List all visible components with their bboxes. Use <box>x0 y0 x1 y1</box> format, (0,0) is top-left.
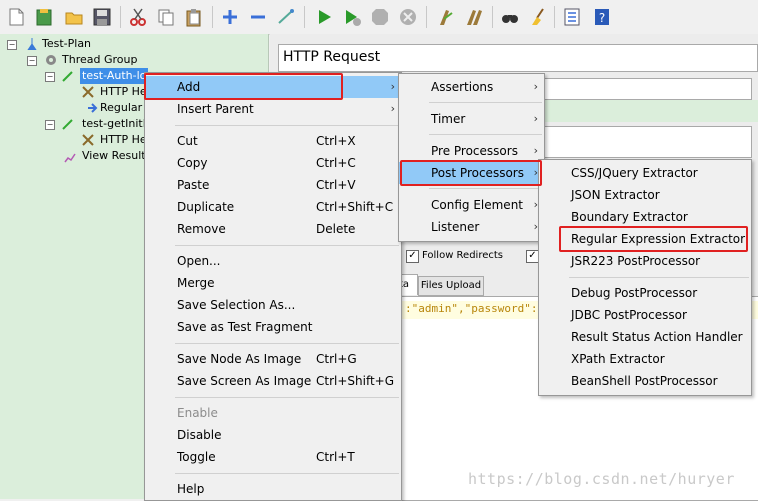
menu-item-jsr223-postprocessor[interactable]: JSR223 PostProcessor <box>539 250 751 272</box>
menu-item-merge[interactable]: Merge <box>145 272 401 294</box>
toolbar: ? <box>0 0 758 35</box>
extractor-arrow-icon <box>88 103 98 113</box>
menu-item-duplicate[interactable]: Duplicate Ctrl+Shift+C <box>145 196 401 218</box>
clear-all-icon[interactable] <box>464 7 484 27</box>
menu-item-jdbc-postprocessor[interactable]: JDBC PostProcessor <box>539 304 751 326</box>
svg-text:?: ? <box>599 11 605 25</box>
menu-item-listener[interactable]: Listener › <box>399 216 544 238</box>
menu-item-insert-parent[interactable]: Insert Parent › <box>145 98 401 120</box>
clear-icon[interactable] <box>436 7 456 27</box>
listener-graph-icon <box>64 153 76 163</box>
menu-item-timer[interactable]: Timer › <box>399 108 544 130</box>
annotation-box-add <box>144 73 343 100</box>
menu-item-disable[interactable]: Disable <box>145 424 401 446</box>
test-plan-icon <box>27 38 37 50</box>
header-manager-tools-icon <box>82 134 94 146</box>
menu-item-config-element[interactable]: Config Element › <box>399 194 544 216</box>
start-icon[interactable] <box>314 7 334 27</box>
body-text: :"admin","password": <box>405 302 538 315</box>
function-helper-icon[interactable] <box>562 7 582 27</box>
menu-item-paste[interactable]: Paste Ctrl+V <box>145 174 401 196</box>
tree-item-test-auth[interactable]: test-Auth-lo <box>80 68 149 84</box>
panel-title-box: HTTP Request <box>278 44 758 72</box>
sampler-pen-icon <box>62 119 73 130</box>
expand-icon[interactable] <box>220 7 240 27</box>
menu-item-save-selection-as[interactable]: Save Selection As... <box>145 294 401 316</box>
stop-icon[interactable] <box>370 7 390 27</box>
collapse-toggle[interactable]: − <box>45 72 55 82</box>
collapse-icon[interactable] <box>248 7 268 27</box>
menu-item-cut[interactable]: Cut Ctrl+X <box>145 130 401 152</box>
menu-item-remove[interactable]: Remove Delete <box>145 218 401 240</box>
basic-settings-box <box>540 126 752 158</box>
header-manager-tools-icon <box>82 86 94 98</box>
tree-item-test-plan[interactable]: Test-Plan <box>42 36 91 52</box>
follow-redirects-checkbox[interactable]: ✓ <box>406 250 419 263</box>
menu-item-boundary-extractor[interactable]: Boundary Extractor <box>539 206 751 228</box>
tree-item-header-manager-2[interactable]: HTTP He <box>100 132 147 148</box>
name-field[interactable] <box>540 78 752 100</box>
menu-item-open[interactable]: Open... <box>145 250 401 272</box>
help-icon[interactable]: ? <box>592 7 612 27</box>
tab-files-upload[interactable]: Files Upload <box>418 276 484 296</box>
thread-group-gear-icon <box>46 55 56 65</box>
tree-item-test-getinit[interactable]: test-getInitD <box>82 116 151 132</box>
shutdown-icon[interactable] <box>398 7 418 27</box>
menu-item-help[interactable]: Help <box>145 478 401 500</box>
broom-icon[interactable] <box>528 7 548 27</box>
toggle-icon[interactable] <box>276 7 296 27</box>
tree-item-header-manager[interactable]: HTTP He <box>100 84 147 100</box>
paste-icon[interactable] <box>184 7 204 27</box>
save-icon[interactable] <box>92 7 112 27</box>
menu-item-result-status-action-handler[interactable]: Result Status Action Handler <box>539 326 751 348</box>
menu-item-save-node-as-image[interactable]: Save Node As Image Ctrl+G <box>145 348 401 370</box>
open-icon[interactable] <box>64 7 84 27</box>
tree-item-view-results[interactable]: View Results <box>82 148 151 164</box>
context-menu: Add › Insert Parent › Cut Ctrl+X Copy Ctrl+C… <box>144 72 402 501</box>
menu-item-json-extractor[interactable]: JSON Extractor <box>539 184 751 206</box>
cut-icon[interactable] <box>128 7 148 27</box>
menu-item-save-as-test-fragment[interactable]: Save as Test Fragment <box>145 316 401 338</box>
annotation-box-post-processors <box>400 160 542 186</box>
menu-item-xpath-extractor[interactable]: XPath Extractor <box>539 348 751 370</box>
collapse-toggle[interactable]: − <box>45 120 55 130</box>
collapse-toggle[interactable]: − <box>7 40 17 50</box>
tree-item-thread-group[interactable]: Thread Group <box>62 52 137 68</box>
menu-item-css-jquery-extractor[interactable]: CSS/JQuery Extractor <box>539 162 751 184</box>
comments-area <box>540 100 758 122</box>
menu-item-pre-processors[interactable]: Pre Processors › <box>399 140 544 162</box>
menu-item-copy[interactable]: Copy Ctrl+C <box>145 152 401 174</box>
menu-item-debug-postprocessor[interactable]: Debug PostProcessor <box>539 282 751 304</box>
menu-item-enable: Enable <box>177 406 218 420</box>
copy-icon[interactable] <box>156 7 176 27</box>
start-no-pause-icon[interactable] <box>342 7 362 27</box>
panel-title: HTTP Request <box>283 49 381 65</box>
search-icon[interactable] <box>500 7 520 27</box>
menu-item-save-screen-as-image[interactable]: Save Screen As Image Ctrl+Shift+G <box>145 370 401 392</box>
add-submenu: Assertions › Timer › Pre Processors › Post … <box>398 73 545 242</box>
follow-redirects-label: Follow Redirects <box>422 250 503 261</box>
sampler-pen-icon <box>62 71 73 82</box>
watermark-text: https://blog.csdn.net/huryer <box>468 470 735 488</box>
new-icon[interactable] <box>6 7 26 27</box>
menu-item-beanshell-postprocessor[interactable]: BeanShell PostProcessor <box>539 370 751 392</box>
post-processors-submenu: CSS/JQuery Extractor JSON Extractor Boun… <box>538 159 752 396</box>
menu-item-assertions[interactable]: Assertions › <box>399 76 544 98</box>
annotation-box-regex-extractor <box>559 226 748 252</box>
menu-item-toggle[interactable]: Toggle Ctrl+T <box>145 446 401 468</box>
templates-icon[interactable] <box>34 7 54 27</box>
collapse-toggle[interactable]: − <box>27 56 37 66</box>
